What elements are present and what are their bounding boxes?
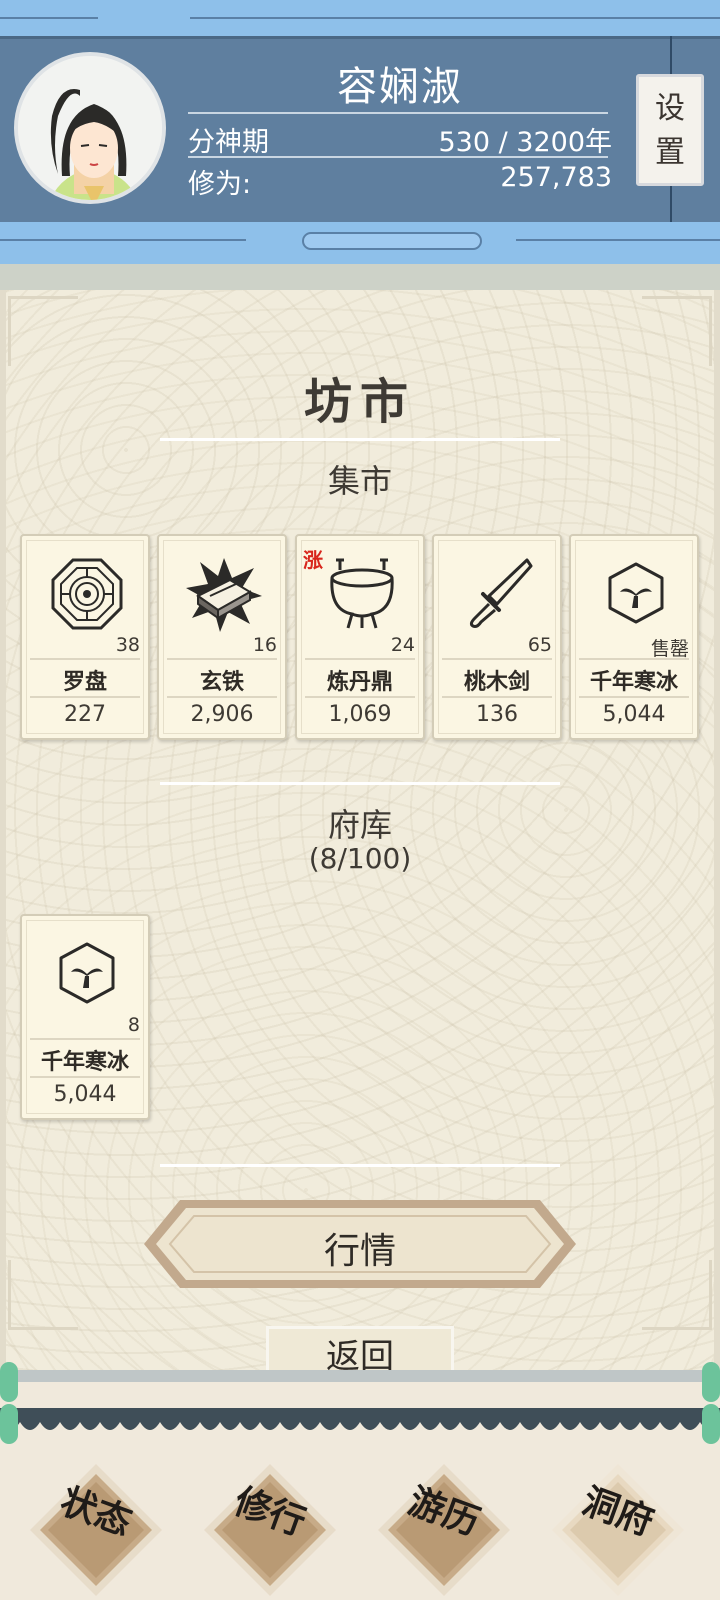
- item-price: 136: [476, 702, 518, 727]
- jade-ornament: [702, 1362, 720, 1402]
- quotes-button[interactable]: 行情: [140, 1196, 580, 1292]
- item-name: 炼丹鼎: [326, 670, 393, 695]
- item-count: 16: [252, 634, 277, 656]
- storage-capacity: (8/100): [308, 842, 412, 875]
- bagua-compass-icon: [51, 558, 123, 630]
- nav-rail: [0, 1370, 720, 1382]
- top-strip: [0, 0, 720, 36]
- nav-travel[interactable]: 游历: [376, 1462, 512, 1598]
- item-count: 38: [115, 634, 140, 656]
- item-name: 罗盘: [62, 670, 107, 695]
- cultivation-label: 修为:: [188, 169, 252, 200]
- price-rise-tag: 涨: [303, 548, 323, 572]
- jade-ornament: [0, 1404, 18, 1444]
- realm-row: 分神期 530 / 3200年: [188, 120, 612, 158]
- corner-ornament: [642, 296, 712, 366]
- divider: [160, 1164, 560, 1167]
- settings-button[interactable]: 设 置: [636, 74, 704, 186]
- wooden-sword-icon: [469, 558, 533, 628]
- quotes-button-label: 行情: [323, 1231, 396, 1272]
- corner-ornament: [8, 1260, 78, 1330]
- settings-label-2: 置: [655, 135, 685, 170]
- alchemy-cauldron-icon: [330, 558, 394, 629]
- cultivation-value: 257,783: [500, 162, 612, 193]
- item-price: 2,906: [190, 702, 254, 727]
- bazaar-title: 集市: [327, 462, 392, 500]
- item-price: 5,044: [602, 702, 666, 727]
- iron-ingot-icon: [186, 558, 262, 632]
- corner-ornament: [642, 1260, 712, 1330]
- item-count: 8: [127, 1014, 140, 1036]
- bazaar-item-sword[interactable]: 65 桃木剑 136: [432, 534, 562, 740]
- item-price: 227: [64, 702, 106, 727]
- realm-label: 分神期: [188, 127, 269, 158]
- page-title: 坊市: [303, 374, 416, 430]
- nav-cave[interactable]: 洞府: [550, 1462, 686, 1598]
- header-shadow: [0, 264, 720, 290]
- bazaar-item-cauldron[interactable]: 涨 24 炼丹鼎 1,069: [295, 534, 425, 740]
- nav-cultivate[interactable]: 修行: [202, 1462, 338, 1598]
- item-name: 千年寒冰: [589, 670, 678, 695]
- corner-ornament: [8, 296, 78, 366]
- item-count: 24: [390, 634, 415, 656]
- header-bottom-strip: [0, 222, 720, 264]
- cultivation-row: 修为: 257,783: [188, 162, 612, 200]
- nav-wave-trim: [0, 1408, 720, 1430]
- storage-item-ice[interactable]: 8 千年寒冰 5,044: [20, 914, 150, 1120]
- name-divider: [188, 112, 608, 114]
- nav-status[interactable]: 状态: [28, 1462, 164, 1598]
- stat-divider: [188, 156, 608, 158]
- bazaar-item-compass[interactable]: 38 罗盘 227: [20, 534, 150, 740]
- ice-hexagon-icon: [59, 942, 115, 1004]
- item-price: 1,069: [328, 702, 392, 727]
- settings-label-1: 设: [655, 91, 685, 126]
- item-name: 桃木剑: [463, 670, 530, 695]
- storage-title: 府库: [327, 806, 392, 844]
- item-count: 售罄: [650, 638, 689, 660]
- ice-hexagon-icon: [608, 562, 664, 624]
- item-name: 玄铁: [199, 670, 244, 695]
- bazaar-item-ice[interactable]: 售罄 千年寒冰 5,044: [569, 534, 699, 740]
- item-price: 5,044: [53, 1082, 117, 1107]
- divider: [160, 782, 560, 785]
- item-count: 65: [527, 634, 552, 656]
- player-name: 容娴淑: [337, 64, 463, 110]
- bazaar-item-iron[interactable]: 16 玄铁 2,906: [157, 534, 287, 740]
- lifespan-value: 530 / 3200年: [438, 127, 612, 158]
- avatar[interactable]: [14, 52, 166, 204]
- jade-ornament: [0, 1362, 18, 1402]
- jade-ornament: [702, 1404, 720, 1444]
- item-name: 千年寒冰: [40, 1050, 129, 1075]
- divider: [160, 438, 560, 441]
